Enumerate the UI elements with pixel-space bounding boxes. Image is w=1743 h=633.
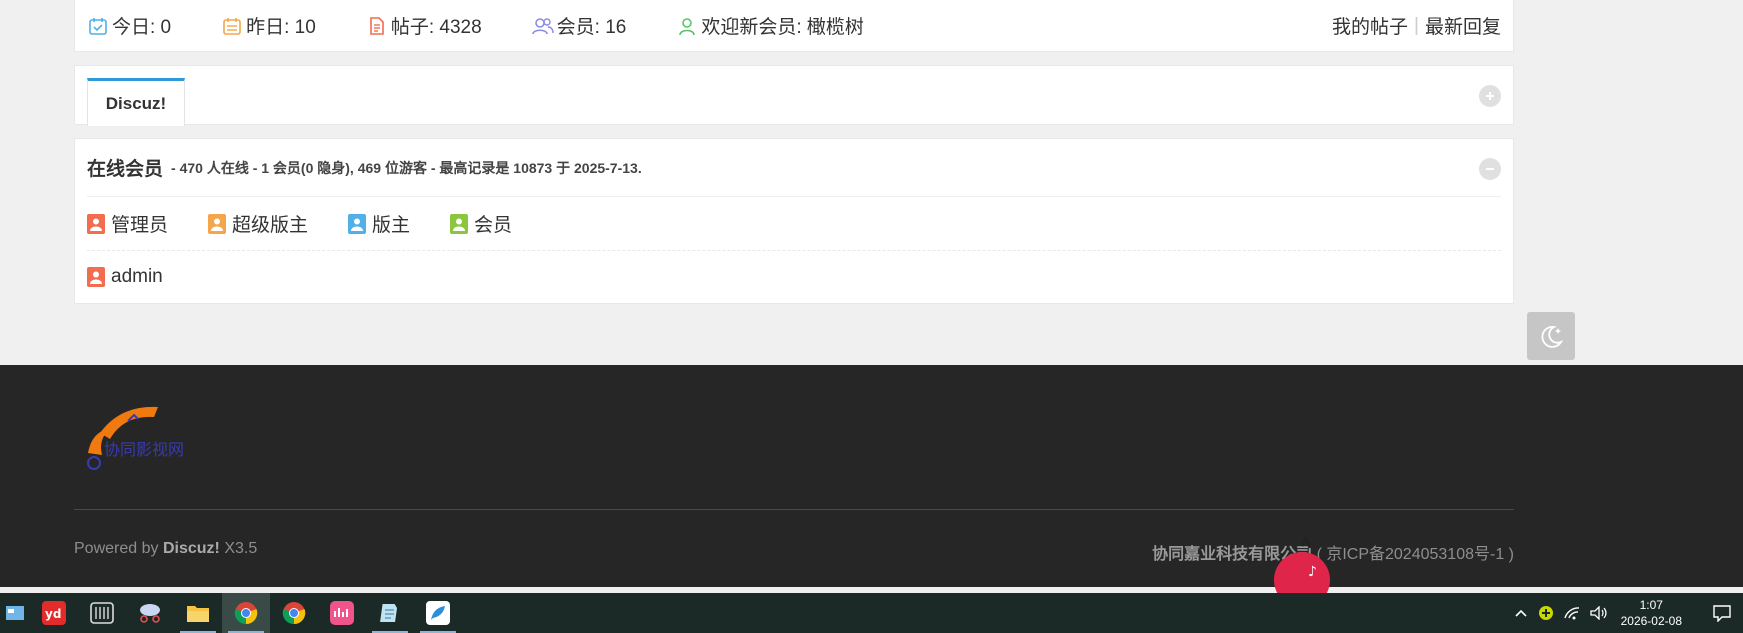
online-user[interactable]: admin xyxy=(87,266,163,288)
user-icon xyxy=(676,15,698,37)
stat-members: 会员: 16 xyxy=(531,12,627,39)
member-group-legend: 管理员 超级版主 版主 会员 xyxy=(87,197,1501,251)
taskbar-app-youdao[interactable]: yd xyxy=(30,593,78,633)
online-info: - 470 人在线 - 1 会员(0 隐身), 469 位游客 - 最高记录是 … xyxy=(171,159,642,176)
feather-app-icon xyxy=(426,601,450,625)
stat-today: 今日: 0 xyxy=(87,12,171,39)
moderator-user-icon xyxy=(348,213,367,234)
chevron-up-icon[interactable] xyxy=(1514,608,1528,618)
site-logo[interactable]: 协同影视网 xyxy=(80,403,210,475)
site-footer: 协同影视网 Powered by Discuz! X3.5 协同嘉业科技有限公司… xyxy=(0,365,1743,587)
admin-user-icon xyxy=(87,213,105,234)
taskbar-app-music[interactable] xyxy=(318,593,366,633)
taskbar-app-feather[interactable] xyxy=(414,593,462,633)
stat-members-text: 会员: 16 xyxy=(556,17,627,38)
taskbar-app-file-explorer[interactable] xyxy=(174,593,222,633)
collapse-toggle-button[interactable] xyxy=(1479,85,1501,107)
svg-text:yd: yd xyxy=(45,607,61,621)
stat-yesterday-text: 昨日: 10 xyxy=(246,17,316,38)
powered-by: Powered by Discuz! X3.5 xyxy=(74,540,257,558)
stat-posts-text: 帖子: 4328 xyxy=(390,17,482,38)
powered-version: X3.5 xyxy=(224,540,258,557)
powered-brand-link[interactable]: Discuz! xyxy=(163,540,220,557)
chrome-icon xyxy=(234,602,258,625)
online-title[interactable]: 在线会员 xyxy=(87,154,163,181)
youdao-icon: yd xyxy=(42,601,66,625)
stat-welcome-text[interactable]: 欢迎新会员: 橄榄树 xyxy=(701,12,864,39)
taskbar-app-keyboard[interactable] xyxy=(78,593,126,633)
online-header: 在线会员 - 470 人在线 - 1 会员(0 隐身), 469 位游客 - 最… xyxy=(87,139,1501,197)
taskbar-app-chrome-active[interactable] xyxy=(222,593,270,633)
clock-time: 1:07 xyxy=(1639,598,1663,612)
users-icon xyxy=(531,15,554,37)
calendar-icon xyxy=(221,15,243,37)
link-separator: | xyxy=(1414,14,1419,36)
collapse-icon xyxy=(1486,168,1494,170)
online-collapse-button[interactable] xyxy=(1479,158,1501,180)
taskbar-app-explorer-window[interactable] xyxy=(0,593,30,633)
music-app-icon xyxy=(330,601,354,625)
icp-link[interactable]: ( 京ICP备2024053108号-1 ) xyxy=(1317,546,1514,563)
svg-text:♪: ♪ xyxy=(1308,564,1317,580)
moon-icon xyxy=(1541,326,1564,348)
forum-tab-panel: Discuz! xyxy=(74,65,1514,126)
tab-discuz[interactable]: Discuz! xyxy=(87,78,185,126)
system-tray: 1:07 2026-02-08 xyxy=(1509,593,1743,633)
legend-label-super-moderator: 超级版主 xyxy=(232,215,309,236)
footer-divider xyxy=(74,509,1514,510)
my-posts-link[interactable]: 我的帖子 xyxy=(1332,12,1408,39)
svg-text:协同影视网: 协同影视网 xyxy=(104,440,184,459)
online-members-panel: 在线会员 - 470 人在线 - 1 会员(0 隐身), 469 位游客 - 最… xyxy=(74,138,1514,304)
member-user-icon xyxy=(450,213,469,234)
stats-links: 我的帖子 | 最新回复 xyxy=(1332,12,1501,39)
stat-yesterday: 昨日: 10 xyxy=(221,12,316,39)
chrome-icon xyxy=(282,602,306,625)
expand-icon xyxy=(1486,92,1494,100)
taskbar-app-notepad[interactable] xyxy=(366,593,414,633)
window-icon xyxy=(6,606,24,620)
super-moderator-user-icon xyxy=(208,213,227,234)
keyboard-icon xyxy=(90,602,114,624)
notification-icon[interactable] xyxy=(1713,604,1731,622)
stats-bar: 今日: 0 昨日: 10 帖子: 4328 会员: 16 欢迎新会员: 橄榄树 … xyxy=(74,0,1514,52)
taskbar-clock[interactable]: 1:07 2026-02-08 xyxy=(1621,597,1682,629)
stat-today-text: 今日: 0 xyxy=(112,17,172,38)
legend-admin: 管理员 xyxy=(87,210,168,237)
latest-replies-link[interactable]: 最新回复 xyxy=(1425,12,1501,39)
legend-label-member: 会员 xyxy=(474,215,513,236)
powered-prefix: Powered by xyxy=(74,540,159,557)
scissors-icon xyxy=(140,604,160,623)
windows-taskbar: yd 1:07 2026-02-08 xyxy=(0,593,1743,633)
stat-posts: 帖子: 4328 xyxy=(366,12,482,39)
legend-label-moderator: 版主 xyxy=(372,215,411,236)
notepad-icon xyxy=(380,604,398,622)
online-user-name[interactable]: admin xyxy=(111,266,163,288)
admin-user-icon xyxy=(87,267,105,287)
online-user-list: admin xyxy=(87,251,1501,303)
document-icon xyxy=(366,15,388,37)
folder-icon xyxy=(187,606,209,622)
stat-welcome: 欢迎新会员: 橄榄树 xyxy=(676,12,864,39)
wifi-icon[interactable] xyxy=(1563,606,1580,620)
legend-moderator: 版主 xyxy=(348,210,410,237)
calendar-check-icon xyxy=(87,15,109,37)
taskbar-app-snipping[interactable] xyxy=(126,593,174,633)
legend-member: 会员 xyxy=(450,210,512,237)
volume-icon[interactable] xyxy=(1589,606,1608,620)
legend-label-admin: 管理员 xyxy=(111,215,169,236)
plus-status-icon[interactable] xyxy=(1538,605,1554,621)
clock-date: 2026-02-08 xyxy=(1620,614,1682,628)
taskbar-app-chrome[interactable] xyxy=(270,593,318,633)
legend-super-moderator: 超级版主 xyxy=(208,210,308,237)
dark-mode-button[interactable] xyxy=(1527,312,1575,360)
